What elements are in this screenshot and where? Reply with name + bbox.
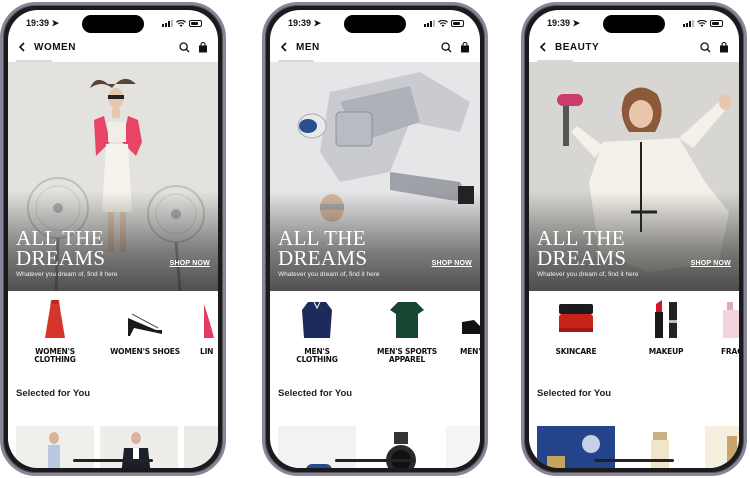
category-carousel: MEN'SCLOTHING MEN'S SPORTSAPPAREL MEN'S xyxy=(270,298,480,370)
signal-icon xyxy=(162,19,173,27)
category-label: WOMEN'S SHOES xyxy=(110,347,180,356)
status-bar: 19:39 ➤ xyxy=(270,10,480,36)
category-label: SKINCARE xyxy=(555,347,597,356)
location-arrow-icon: ➤ xyxy=(51,17,60,28)
battery-icon xyxy=(451,19,464,27)
hero-headline: ALL THE DREAMS xyxy=(16,226,106,270)
chevron-left-icon[interactable] xyxy=(280,41,292,53)
cream-jar-image xyxy=(559,304,593,332)
page-title: MEN xyxy=(296,41,320,53)
wifi-icon xyxy=(438,19,448,27)
dress-image xyxy=(45,300,65,338)
category-carousel: WOMEN'S CLOTHING WOMEN'S SHOES LIN xyxy=(8,298,218,370)
top-nav: BEAUTY xyxy=(529,36,739,58)
phone-men: 19:39 ➤ MEN ALL THE DREAMS Whatever you … xyxy=(262,2,488,476)
shop-now-link[interactable]: SHOP NOW xyxy=(691,260,731,267)
chevron-left-icon[interactable] xyxy=(18,41,30,53)
hero-banner[interactable]: ALL THE DREAMS Whatever you dream of, fin… xyxy=(270,62,480,291)
wifi-icon xyxy=(176,19,186,27)
home-indicator xyxy=(73,459,153,462)
category-fragrance[interactable]: FRAG xyxy=(721,298,739,356)
shop-now-link[interactable]: SHOP NOW xyxy=(170,260,210,267)
category-label: CLOTHING xyxy=(34,355,76,364)
battery-icon xyxy=(710,19,723,27)
hero-subtitle: Whatever you dream of, find it here xyxy=(278,271,380,278)
signal-icon xyxy=(683,19,694,27)
search-icon[interactable] xyxy=(700,41,711,53)
perfume-image xyxy=(723,302,739,338)
screen: 19:39 ➤ MEN ALL THE DREAMS Whatever you … xyxy=(270,10,480,468)
hero-subtitle: Whatever you dream of, find it here xyxy=(16,271,118,278)
category-womens-clothing[interactable]: WOMEN'S CLOTHING xyxy=(20,298,90,364)
hero-headline: ALL THE DREAMS xyxy=(278,226,368,270)
category-mens-sports-apparel[interactable]: MEN'S SPORTS APPAREL xyxy=(368,298,446,364)
phone-women: 19:39 ➤ WOMEN ALL THE DREAMS Whatever yo… xyxy=(0,2,226,476)
status-time: 19:39 ➤ xyxy=(288,17,322,28)
category-carousel: SKINCARE MAKEUP FRAG xyxy=(529,298,739,370)
wifi-icon xyxy=(697,19,707,27)
product-card[interactable] xyxy=(184,426,218,468)
shoe-image xyxy=(462,320,480,334)
top-nav: MEN xyxy=(270,36,480,58)
location-arrow-icon: ➤ xyxy=(313,17,322,28)
home-indicator xyxy=(335,459,415,462)
screen: 19:39 ➤ BEAUTY ALL THE DREAMS Whatever y… xyxy=(529,10,739,468)
category-skincare[interactable]: SKINCARE xyxy=(541,298,611,356)
category-label: MAKEUP xyxy=(648,347,684,356)
signal-icon xyxy=(424,19,435,27)
shopping-bag-icon[interactable] xyxy=(198,41,208,53)
product-card[interactable] xyxy=(446,426,480,468)
phone-beauty: 19:39 ➤ BEAUTY ALL THE DREAMS Whatever y… xyxy=(521,2,747,476)
shop-now-link[interactable]: SHOP NOW xyxy=(432,260,472,267)
lipstick-image xyxy=(655,300,677,338)
category-label: FRAG xyxy=(721,347,739,356)
category-mens-clothing[interactable]: MEN'S CLOTHING xyxy=(282,298,352,364)
category-mens-shoes[interactable]: MEN'S xyxy=(460,298,480,356)
tshirt-image xyxy=(390,302,424,338)
hero-banner[interactable]: ALL THE DREAMS Whatever you dream of, fin… xyxy=(8,62,218,291)
screen: 19:39 ➤ WOMEN ALL THE DREAMS Whatever yo… xyxy=(8,10,218,468)
lingerie-image xyxy=(204,304,214,338)
section-title: Selected for You xyxy=(16,388,91,399)
status-time: 19:39 ➤ xyxy=(547,17,581,28)
section-title: Selected for You xyxy=(278,388,353,399)
category-lingerie[interactable]: LIN xyxy=(200,298,218,356)
category-label: APPAREL xyxy=(388,355,426,364)
chevron-left-icon[interactable] xyxy=(539,41,551,53)
hero-headline: ALL THE DREAMS xyxy=(537,226,627,270)
status-time: 19:39 ➤ xyxy=(26,17,60,28)
top-nav: WOMEN xyxy=(8,36,218,58)
app-showcase: 19:39 ➤ WOMEN ALL THE DREAMS Whatever yo… xyxy=(0,0,750,478)
home-indicator xyxy=(594,459,674,462)
search-icon[interactable] xyxy=(441,41,452,53)
category-label: MEN'S xyxy=(460,347,480,356)
shirt-image xyxy=(302,301,332,338)
category-womens-shoes[interactable]: WOMEN'S SHOES xyxy=(106,298,184,356)
heels-image xyxy=(128,313,162,336)
shopping-bag-icon[interactable] xyxy=(719,41,729,53)
shopping-bag-icon[interactable] xyxy=(460,41,470,53)
battery-icon xyxy=(189,19,202,27)
product-image xyxy=(727,436,737,468)
hero-banner[interactable]: ALL THE DREAMS Whatever you dream of, fin… xyxy=(529,62,739,291)
category-makeup[interactable]: MAKEUP xyxy=(627,298,705,356)
status-bar: 19:39 ➤ xyxy=(529,10,739,36)
location-arrow-icon: ➤ xyxy=(572,17,581,28)
hero-subtitle: Whatever you dream of, find it here xyxy=(537,271,639,278)
category-label: LIN xyxy=(200,347,214,356)
search-icon[interactable] xyxy=(179,41,190,53)
product-card[interactable] xyxy=(705,426,739,468)
section-title: Selected for You xyxy=(537,388,612,399)
category-label: CLOTHING xyxy=(296,355,338,364)
page-title: BEAUTY xyxy=(555,41,600,53)
page-title: WOMEN xyxy=(34,41,76,53)
status-bar: 19:39 ➤ xyxy=(8,10,218,36)
